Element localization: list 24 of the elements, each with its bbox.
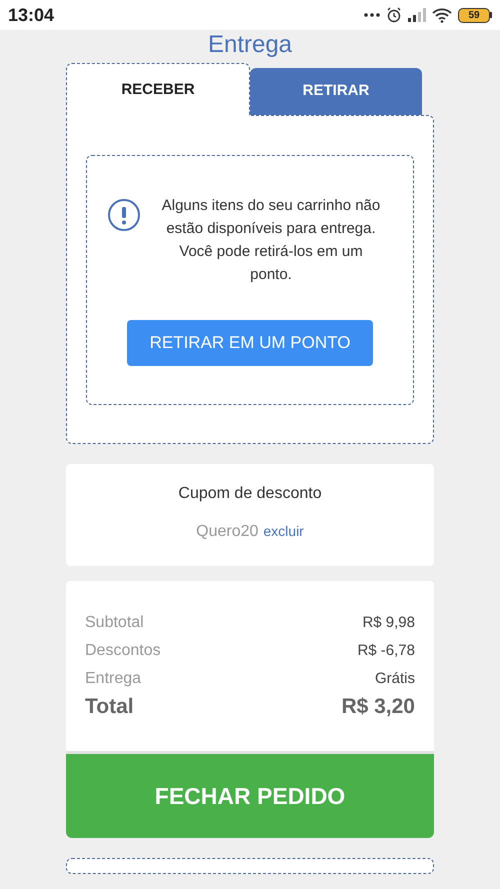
summary-label: Subtotal	[85, 613, 144, 633]
more-icon	[364, 13, 380, 17]
total-value: R$ 3,20	[341, 694, 415, 720]
summary-value: Grátis	[374, 669, 415, 689]
tab[interactable]: RECEBER	[66, 63, 250, 116]
signal-icon	[408, 8, 426, 22]
remove-coupon-link[interactable]: excluir	[263, 521, 304, 542]
page-title: Entrega	[208, 30, 292, 60]
notice-message: Alguns itens do seu carrinho não estão disponíveis para entrega. Você pode retirá-los em um ponto.	[160, 196, 382, 285]
summary-label: Entrega	[85, 669, 142, 689]
coupon-title: Cupom de desconto	[178, 484, 322, 504]
battery-icon: 59	[458, 8, 492, 22]
pickup-button[interactable]: RETIRAR EM UM PONTO	[127, 320, 373, 366]
coupon-code: Quero20	[196, 522, 258, 542]
wifi-icon	[432, 8, 452, 22]
status-time: 13:04	[8, 4, 54, 26]
summary-label: Descontos	[85, 641, 161, 661]
alarm-clock-icon	[386, 7, 402, 23]
summary-value: R$ -6,78	[357, 641, 415, 661]
checkout-button[interactable]: FECHAR PEDIDO	[66, 751, 434, 838]
total-label: Total	[85, 694, 134, 720]
warning-icon	[107, 198, 141, 232]
tab[interactable]: RETIRAR	[250, 68, 422, 115]
summary-value: R$ 9,98	[362, 613, 415, 633]
